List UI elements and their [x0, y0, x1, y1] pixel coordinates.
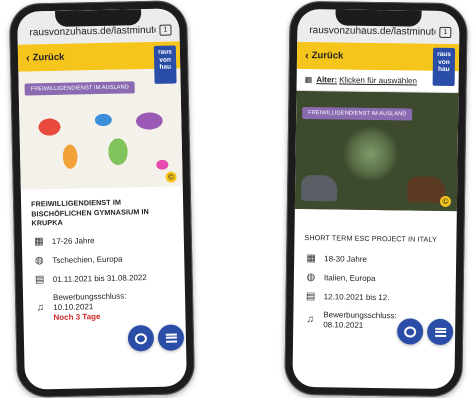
hamburger-menu-icon	[434, 327, 446, 337]
age-row: ▦ 18-30 Jahre	[304, 253, 446, 266]
top-nav-bar: ‹ Zurück raus von hau	[17, 41, 181, 84]
shoe-shape	[300, 174, 338, 202]
tabs-icon[interactable]: 1	[439, 26, 452, 39]
location-value: Tschechien, Europa	[52, 254, 123, 265]
category-badge: FREIWILLIGENDIENST IM AUSLAND	[302, 106, 413, 121]
logo-line: raus	[437, 50, 451, 59]
dates-value: 12.10.2021 bis 12.	[323, 291, 390, 302]
screen-right: rausvonzuhaus.de/lastminute 1 ‹ Zurück r…	[292, 8, 460, 390]
dates-row: ▤ 12.10.2021 bis 12.	[304, 290, 446, 303]
location-value: Italien, Europa	[323, 272, 376, 283]
back-label: Zurück	[32, 51, 65, 64]
back-label: Zurück	[311, 50, 344, 62]
calendar-grid-icon: ▦	[304, 74, 313, 85]
remaining-days: Noch 3 Tage	[53, 311, 101, 322]
brand-logo[interactable]: raus von hau	[432, 47, 456, 87]
chevron-left-icon: ‹	[25, 51, 30, 65]
copyright-icon: ©	[439, 195, 452, 208]
listing-title[interactable]: FREIWILLIGENDIENST IM BISCHÖFLICHEN GYMN…	[31, 197, 174, 228]
listing-card[interactable]: FREIWILLIGENDIENST IM BISCHÖFLICHEN GYMN…	[21, 186, 186, 341]
copyright-icon: ©	[165, 171, 177, 183]
age-value: 17-26 Jahre	[51, 235, 95, 246]
phone-left: rausvonzuhaus.de/lastminute 1 ‹ Zurück r…	[8, 0, 196, 398]
logo-line: hau	[159, 63, 172, 71]
calendar-icon: ▤	[34, 273, 45, 285]
calendar-grid-icon: ▦	[306, 252, 316, 264]
dates-row: ▤ 01.11.2021 bis 31.08.2022	[33, 271, 175, 285]
listing-title[interactable]: SHORT TERM ESC PROJECT IN ITALY	[304, 233, 446, 244]
location-row: ◍ Tschechien, Europa	[32, 252, 174, 266]
hero-image-world-map[interactable]: FREIWILLIGENDIENST IM AUSLAND ©	[18, 68, 183, 190]
menu-button[interactable]	[157, 324, 185, 351]
globe-icon: ◍	[306, 271, 316, 283]
tabs-icon[interactable]: 1	[159, 24, 172, 36]
location-row: ◍ Italien, Europa	[304, 272, 446, 285]
calendar-grid-icon: ▦	[34, 235, 44, 247]
deadline-date: 08.10.2021	[323, 319, 364, 330]
back-button[interactable]: ‹ Zurück	[26, 51, 65, 64]
deadline-row: ♫ Bewerbungsschluss: 10.10.2021 Noch 3 T…	[33, 290, 176, 323]
age-filter-label: Alter:	[316, 75, 338, 85]
phone-right: rausvonzuhaus.de/lastminute 1 ‹ Zurück r…	[284, 0, 468, 398]
screen-left: rausvonzuhaus.de/lastminute 1 ‹ Zurück r…	[17, 8, 187, 390]
logo-line: hau	[437, 65, 450, 74]
dates-value: 01.11.2021 bis 31.08.2022	[52, 272, 147, 284]
chat-button[interactable]	[127, 324, 155, 352]
top-nav-bar: ‹ Zurück raus von hau	[296, 41, 460, 87]
age-value: 18-30 Jahre	[324, 253, 367, 264]
age-filter-link[interactable]: Klicken für auswählen	[339, 75, 417, 85]
bell-icon: ♫	[36, 302, 45, 314]
url-text[interactable]: rausvonzuhaus.de/lastminute	[29, 25, 155, 39]
globe-icon: ◍	[34, 254, 44, 266]
chat-bubble-icon	[404, 325, 417, 338]
deadline-row: ♫ Bewerbungsschluss: 08.10.2021	[303, 309, 445, 331]
phone-notch	[335, 9, 422, 27]
brand-logo[interactable]: raus von hau	[153, 45, 177, 84]
age-row: ▦ 17-26 Jahre	[32, 233, 174, 247]
category-badge: FREIWILLIGENDIENST IM AUSLAND	[24, 81, 136, 96]
hero-image-shoes-globe[interactable]: FREIWILLIGENDIENST IM AUSLAND ©	[294, 90, 459, 212]
calendar-icon: ▤	[305, 290, 316, 302]
chevron-left-icon: ‹	[304, 49, 309, 62]
chat-bubble-icon	[134, 332, 148, 344]
url-text[interactable]: rausvonzuhaus.de/lastminute	[309, 25, 435, 38]
bell-icon: ♫	[306, 314, 315, 326]
phone-notch	[55, 9, 142, 27]
hamburger-menu-icon	[165, 332, 177, 343]
back-button[interactable]: ‹ Zurück	[305, 49, 344, 62]
